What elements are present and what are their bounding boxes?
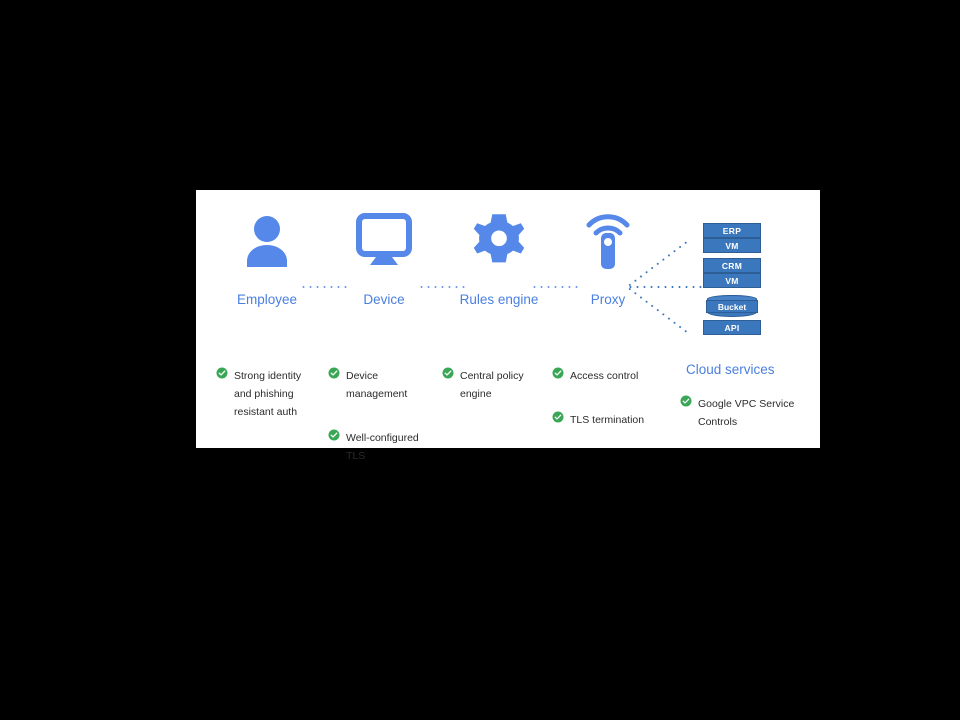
- check-circle-icon: [328, 367, 340, 379]
- bullet-item: Google VPC Service Controls: [680, 394, 800, 430]
- bullet-item: Strong identity and phishing resistant a…: [216, 366, 316, 420]
- check-circle-icon: [216, 367, 228, 379]
- bullets-device: Device management Well-configured TLS: [328, 366, 432, 476]
- bullet-item: Device management: [328, 366, 432, 402]
- screenshot-stage: Employee Device Rules engine Proxy ERP V…: [0, 0, 960, 720]
- bullet-text: Central policy engine: [460, 370, 524, 400]
- bullets-employee: Strong identity and phishing resistant a…: [216, 366, 316, 432]
- node-employee[interactable]: Employee: [207, 190, 327, 307]
- service-cylinder-bucket[interactable]: Bucket: [703, 295, 761, 317]
- bullet-text: Well-configured TLS: [346, 432, 419, 462]
- check-circle-icon: [552, 367, 564, 379]
- node-proxy[interactable]: Proxy: [548, 190, 668, 307]
- bullets-proxy: Access control TLS termination: [552, 366, 662, 440]
- check-circle-icon: [680, 395, 692, 407]
- check-circle-icon: [552, 411, 564, 423]
- bullet-item: Well-configured TLS: [328, 428, 432, 464]
- cloud-services-stack: ERP VM CRM VM Bucket API: [703, 223, 761, 335]
- bullet-text: Google VPC Service Controls: [698, 398, 795, 428]
- bullet-spacer: [552, 396, 662, 410]
- check-circle-icon: [442, 367, 454, 379]
- bullets-cloud-services: Google VPC Service Controls: [680, 394, 800, 442]
- node-rules-engine[interactable]: Rules engine: [439, 190, 559, 307]
- cloud-services-label: Cloud services: [686, 362, 775, 377]
- bullet-text: Strong identity and phishing resistant a…: [234, 370, 302, 418]
- gear-icon: [439, 190, 559, 290]
- service-box-vm-1[interactable]: VM: [703, 238, 761, 253]
- diagram-card: Employee Device Rules engine Proxy ERP V…: [196, 190, 820, 462]
- node-label-employee: Employee: [236, 292, 298, 307]
- bullet-item: Access control: [552, 366, 662, 384]
- node-label-rules-engine: Rules engine: [459, 292, 539, 307]
- person-icon: [207, 190, 327, 290]
- node-device[interactable]: Device: [324, 190, 444, 307]
- check-circle-icon: [328, 429, 340, 441]
- node-label-proxy: Proxy: [590, 292, 626, 307]
- bullet-spacer: [328, 414, 432, 428]
- wireless-proxy-icon: [548, 190, 668, 290]
- bullet-item: Central policy engine: [442, 366, 540, 402]
- bullet-text: Access control: [570, 370, 639, 382]
- bullet-item: TLS termination: [552, 410, 662, 428]
- service-box-api[interactable]: API: [703, 320, 761, 335]
- bullet-text: Device management: [346, 370, 408, 400]
- service-box-crm[interactable]: CRM: [703, 258, 761, 273]
- bullets-rules-engine: Central policy engine: [442, 366, 540, 414]
- monitor-icon: [324, 190, 444, 290]
- bullet-text: TLS termination: [570, 414, 645, 426]
- service-box-erp[interactable]: ERP: [703, 223, 761, 238]
- node-label-device: Device: [363, 292, 405, 307]
- service-box-vm-2[interactable]: VM: [703, 273, 761, 288]
- service-box-bucket-label: Bucket: [706, 300, 758, 313]
